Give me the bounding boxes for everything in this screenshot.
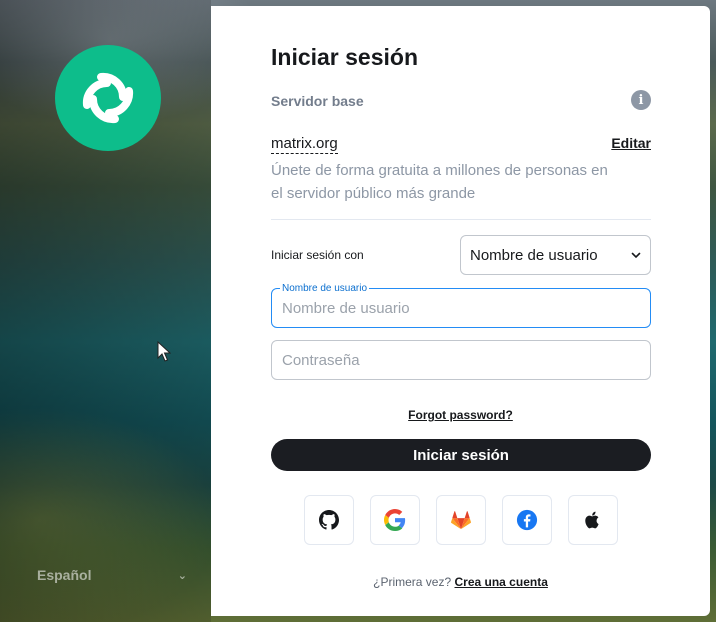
github-login-button[interactable]: [304, 495, 354, 545]
forgot-password-row: Forgot password?: [211, 406, 710, 424]
left-pane: Español ⌄: [0, 0, 211, 622]
password-input[interactable]: [272, 341, 650, 379]
sso-buttons: [304, 495, 618, 545]
signup-question: ¿Primera vez?: [373, 575, 452, 589]
language-dropdown[interactable]: Español ⌄: [37, 565, 187, 585]
server-name: matrix.org: [271, 135, 338, 154]
github-icon: [319, 510, 339, 530]
forgot-password-link[interactable]: Forgot password?: [408, 408, 513, 422]
signup-row: ¿Primera vez? Crea una cuenta: [211, 575, 710, 589]
login-method-select[interactable]: Nombre de usuario: [460, 235, 651, 275]
chevron-down-icon: ⌄: [177, 569, 187, 582]
language-label: Español: [37, 567, 92, 583]
gitlab-icon: [451, 511, 471, 530]
username-field[interactable]: Nombre de usuario: [271, 283, 651, 328]
login-button[interactable]: Iniciar sesión: [271, 439, 651, 471]
google-login-button[interactable]: [370, 495, 420, 545]
server-heading: Servidor base: [271, 93, 364, 109]
google-icon: [384, 509, 406, 531]
mouse-cursor-icon: [157, 340, 172, 368]
server-description: Únete de forma gratuita a millones de pe…: [271, 162, 608, 202]
facebook-icon: [516, 509, 538, 531]
login-with-label: Iniciar sesión con: [271, 248, 364, 262]
login-method-value: Nombre de usuario: [470, 246, 598, 264]
password-field[interactable]: [271, 340, 651, 380]
apple-login-button[interactable]: [568, 495, 618, 545]
create-account-link[interactable]: Crea una cuenta: [455, 575, 548, 589]
apple-icon: [585, 511, 599, 529]
edit-server-link[interactable]: Editar: [611, 135, 651, 151]
facebook-login-button[interactable]: [502, 495, 552, 545]
chevron-down-icon: [631, 252, 641, 259]
divider: [271, 219, 651, 220]
username-input[interactable]: [272, 289, 650, 327]
element-logo-icon: [55, 45, 161, 151]
page-title: Iniciar sesión: [271, 44, 419, 70]
gitlab-login-button[interactable]: [436, 495, 486, 545]
login-card: Iniciar sesión Servidor base i matrix.or…: [211, 6, 710, 616]
info-icon[interactable]: i: [631, 90, 651, 110]
